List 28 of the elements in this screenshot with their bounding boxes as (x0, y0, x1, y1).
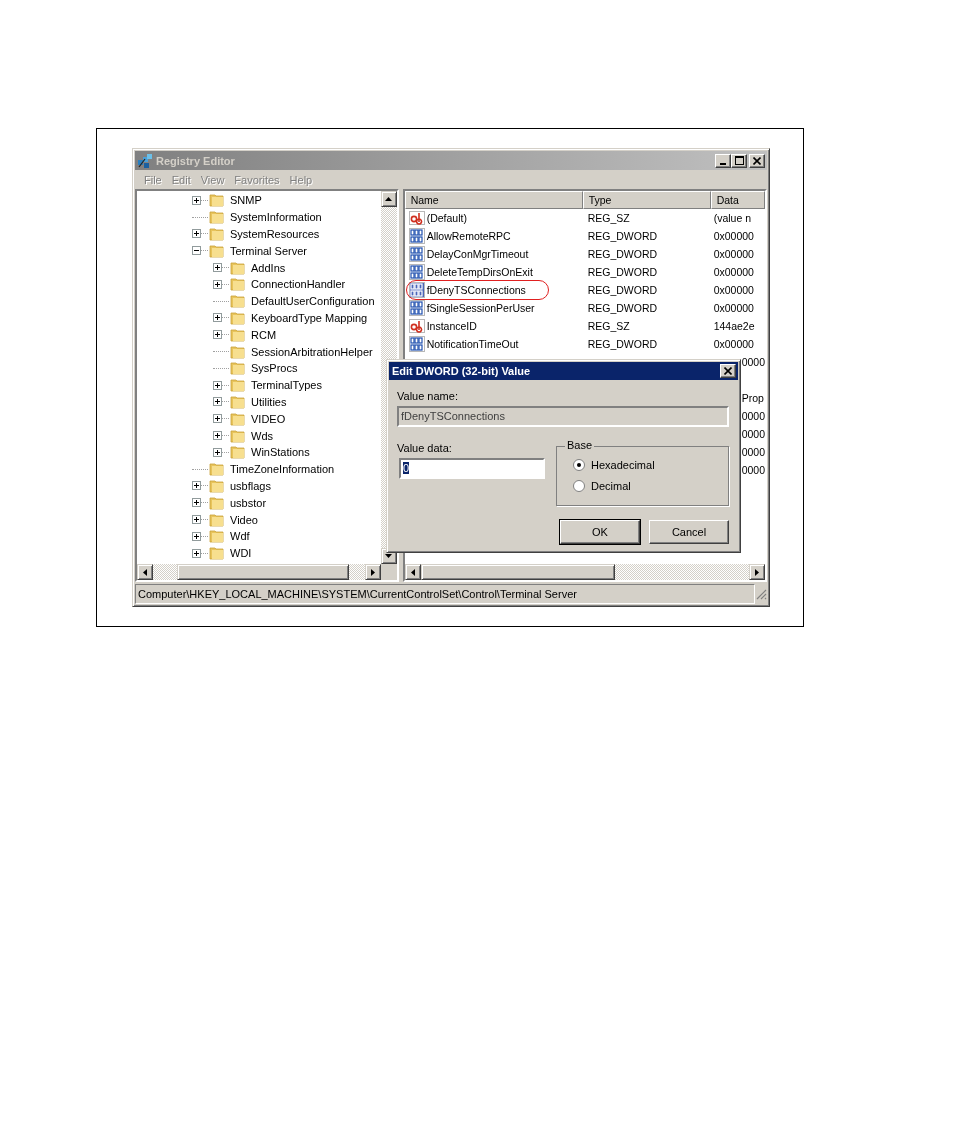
table-cell-text: 0x00000 (712, 248, 755, 260)
table-cell: 0000 (741, 356, 765, 368)
table-cell: Prop (741, 392, 764, 404)
table-cell-text: REG_DWORD (586, 302, 659, 314)
group-label: Base (565, 439, 595, 451)
table-cell-text: 0x00000 (712, 230, 755, 242)
dialog-title: Edit DWORD (32-bit) Value (392, 365, 531, 377)
table-cell: 0000 (741, 464, 765, 476)
window-title: Registry Editor (156, 154, 236, 167)
table-cell-text: REG_DWORD (586, 230, 659, 242)
field-label: Value data: (397, 442, 453, 454)
status-bar: Computer\HKEY_LOCAL_MACHINE\SYSTEM\CurrentControlSet\Control\Terminal Server (135, 584, 755, 604)
table-cell-text: REG_DWORD (586, 248, 659, 260)
table-cell: 0000 (741, 446, 765, 458)
table-cell-text: REG_DWORD (586, 284, 659, 296)
table-cell-text: 0x00000 (712, 302, 755, 314)
table-cell-text: 0x00000 (712, 338, 755, 350)
table-cell-text: REG_DWORD (586, 266, 659, 278)
table-cell-text: (value n (712, 212, 752, 224)
table-cell-text: 144ae2e (712, 320, 756, 332)
table-cell-text: 0x00000 (712, 266, 755, 278)
table-cell-text: REG_SZ (586, 212, 631, 224)
table-cell-text: REG_SZ (586, 320, 631, 332)
field-label: Value name: (397, 390, 459, 402)
table-cell: 0000 (741, 428, 765, 440)
table-cell-text: 0x00000 (712, 284, 755, 296)
table-cell: 0000 (741, 410, 765, 422)
table-cell-text: REG_DWORD (586, 338, 659, 350)
